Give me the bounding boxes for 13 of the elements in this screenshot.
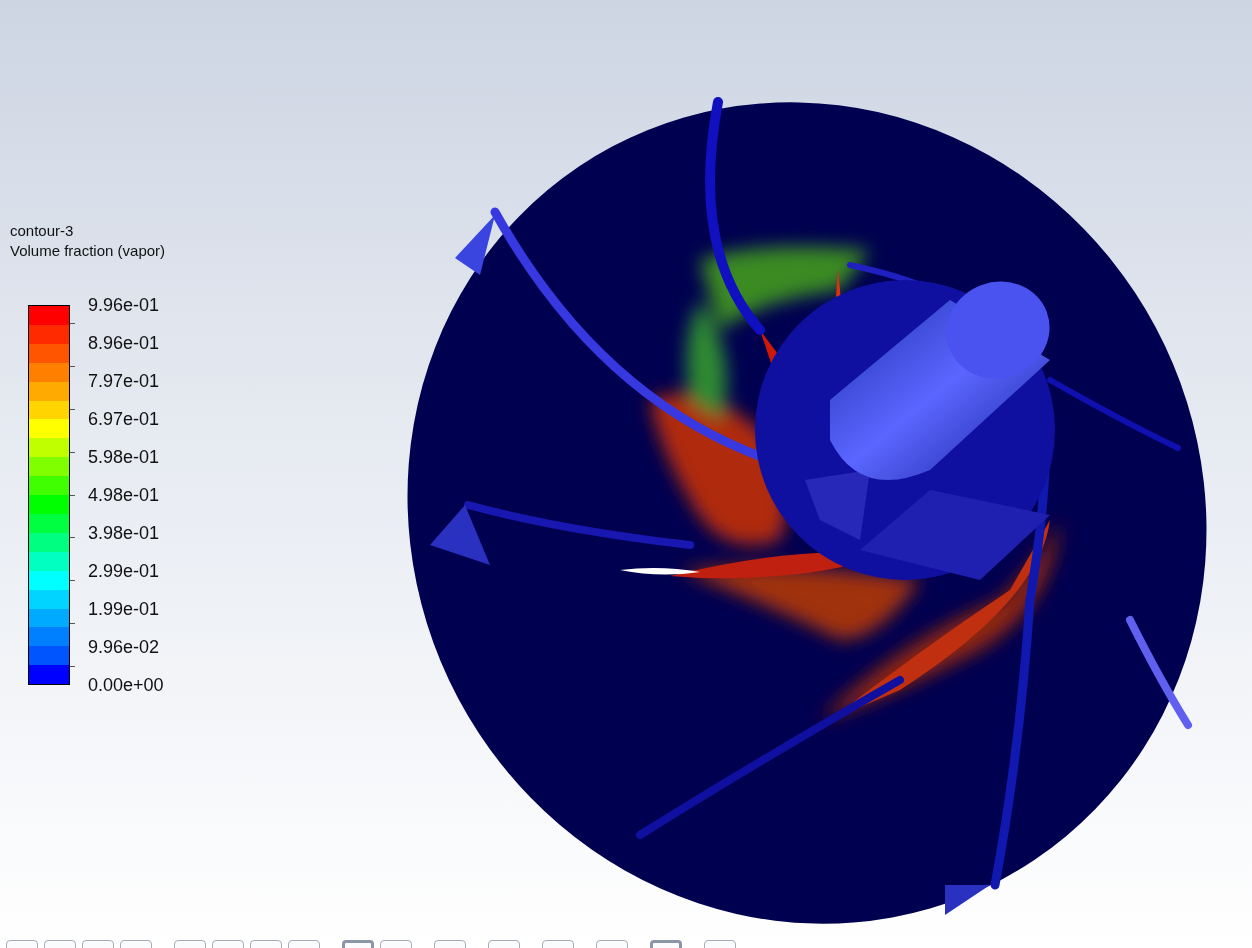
scale-label: 3.98e-01	[88, 523, 161, 543]
scale-label: 7.97e-01	[88, 371, 161, 391]
scale-label: 1.99e-01	[88, 599, 161, 619]
scale-label: 6.97e-01	[88, 409, 161, 429]
scale-label: 9.96e-02	[88, 637, 161, 657]
scale-label: 9.96e-01	[88, 295, 161, 315]
scale-label: 5.98e-01	[88, 447, 161, 467]
scale-label: 0.00e+00	[88, 675, 164, 695]
scale-label: 4.98e-01	[88, 485, 161, 505]
legend-title: contour-3	[10, 221, 75, 241]
legend-quantity: Volume fraction (vapor)	[10, 241, 166, 261]
scale-label: 2.99e-01	[88, 561, 161, 581]
scale-label: 8.96e-01	[88, 333, 161, 353]
